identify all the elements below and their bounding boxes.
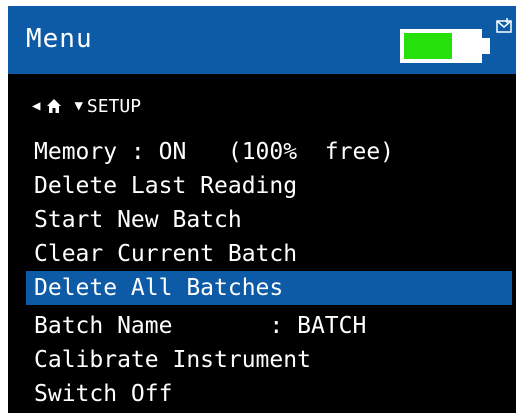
menu-item-delete-all-batches[interactable]: Delete All Batches [26, 271, 512, 305]
menu-item-delete-last-reading[interactable]: Delete Last Reading [26, 169, 512, 203]
header-bar: Menu [8, 6, 516, 74]
battery-level-fill [404, 33, 453, 59]
back-triangle-icon[interactable]: ◀ [32, 98, 40, 114]
menu-item-memory[interactable]: Memory : ON (100% free) [26, 135, 512, 169]
home-icon[interactable] [46, 98, 62, 114]
menu-item-clear-current-batch[interactable]: Clear Current Batch [26, 237, 512, 271]
device-screen: Menu ◀ ▼ SETUP Memory : ON (100% free) D… [8, 6, 516, 413]
chevron-down-icon: ▼ [74, 98, 83, 114]
menu-item-switch-off[interactable]: Switch Off [26, 377, 512, 411]
menu-item-calibrate-instrument[interactable]: Calibrate Instrument [26, 343, 512, 377]
section-title: SETUP [86, 95, 142, 117]
menu-title: Menu [26, 24, 93, 54]
battery-tip [482, 38, 490, 54]
mail-download-icon [496, 18, 512, 33]
menu-item-batch-name[interactable]: Batch Name : BATCH [26, 309, 512, 343]
breadcrumb: ◀ ▼ SETUP [32, 94, 141, 118]
menu-item-start-new-batch[interactable]: Start New Batch [26, 203, 512, 237]
battery-indicator [400, 29, 482, 63]
